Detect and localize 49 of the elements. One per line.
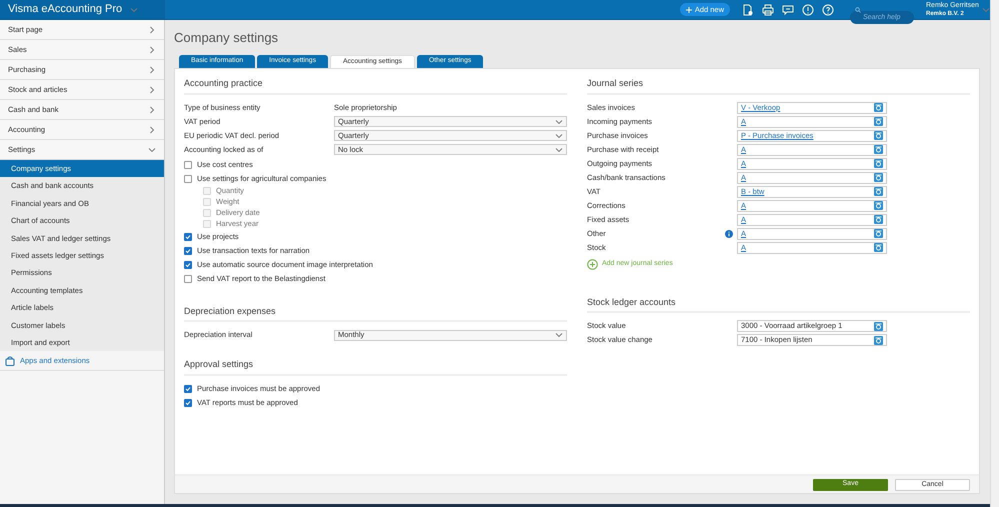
- caret-icon: [130, 6, 138, 14]
- printer-icon[interactable]: [762, 4, 774, 16]
- chevron-icon: [148, 126, 156, 134]
- chevron-icon: [148, 146, 156, 154]
- info-icon[interactable]: [725, 230, 733, 238]
- chevron-icon: [148, 106, 156, 114]
- add-icon[interactable]: [587, 259, 598, 270]
- checkbox[interactable]: [184, 174, 192, 182]
- lookup-icon[interactable]: [874, 103, 883, 112]
- lookup-icon[interactable]: [874, 145, 883, 154]
- document-icon[interactable]: [742, 4, 754, 16]
- lookup-icon[interactable]: [874, 131, 883, 140]
- section-title: Approval settings: [184, 358, 567, 376]
- section-title: Accounting practice: [184, 77, 567, 94]
- checkbox[interactable]: [184, 160, 192, 168]
- page-title: Company settings: [174, 28, 280, 47]
- caret-icon: [982, 6, 990, 14]
- chevron-icon: [148, 46, 156, 54]
- lookup-icon[interactable]: [874, 117, 883, 126]
- lookup-icon[interactable]: [874, 229, 883, 238]
- section-title: Depreciation expenses: [184, 304, 567, 322]
- checkbox[interactable]: [184, 246, 192, 254]
- checkbox[interactable]: [184, 232, 192, 240]
- chevron-icon: [148, 86, 156, 94]
- section-title: Journal series: [587, 77, 970, 94]
- caret-icon: [555, 331, 563, 339]
- lookup-icon[interactable]: [874, 215, 883, 224]
- plus-icon: [686, 6, 692, 12]
- chevron-icon: [148, 66, 156, 74]
- section-title: Stock ledger accounts: [587, 296, 970, 313]
- bag-icon: [5, 356, 15, 366]
- lookup-icon[interactable]: [874, 159, 883, 168]
- chat-icon[interactable]: [782, 4, 794, 16]
- checkbox[interactable]: [184, 274, 192, 282]
- lookup-icon[interactable]: [874, 243, 883, 252]
- search-icon: [855, 6, 861, 12]
- chevron-icon: [148, 26, 156, 34]
- checkbox[interactable]: [184, 384, 192, 392]
- checkbox[interactable]: [184, 260, 192, 268]
- lookup-icon[interactable]: [874, 187, 883, 196]
- checkbox[interactable]: [184, 398, 192, 406]
- lookup-icon[interactable]: [874, 173, 883, 182]
- help-icon[interactable]: [822, 4, 834, 16]
- app-title: Visma eAccounting Pro: [8, 2, 122, 18]
- lookup-icon[interactable]: [874, 336, 883, 344]
- scrollbar[interactable]: [990, 0, 999, 507]
- lookup-icon[interactable]: [874, 201, 883, 210]
- alert-icon[interactable]: [802, 4, 814, 16]
- lookup-icon[interactable]: [874, 322, 883, 330]
